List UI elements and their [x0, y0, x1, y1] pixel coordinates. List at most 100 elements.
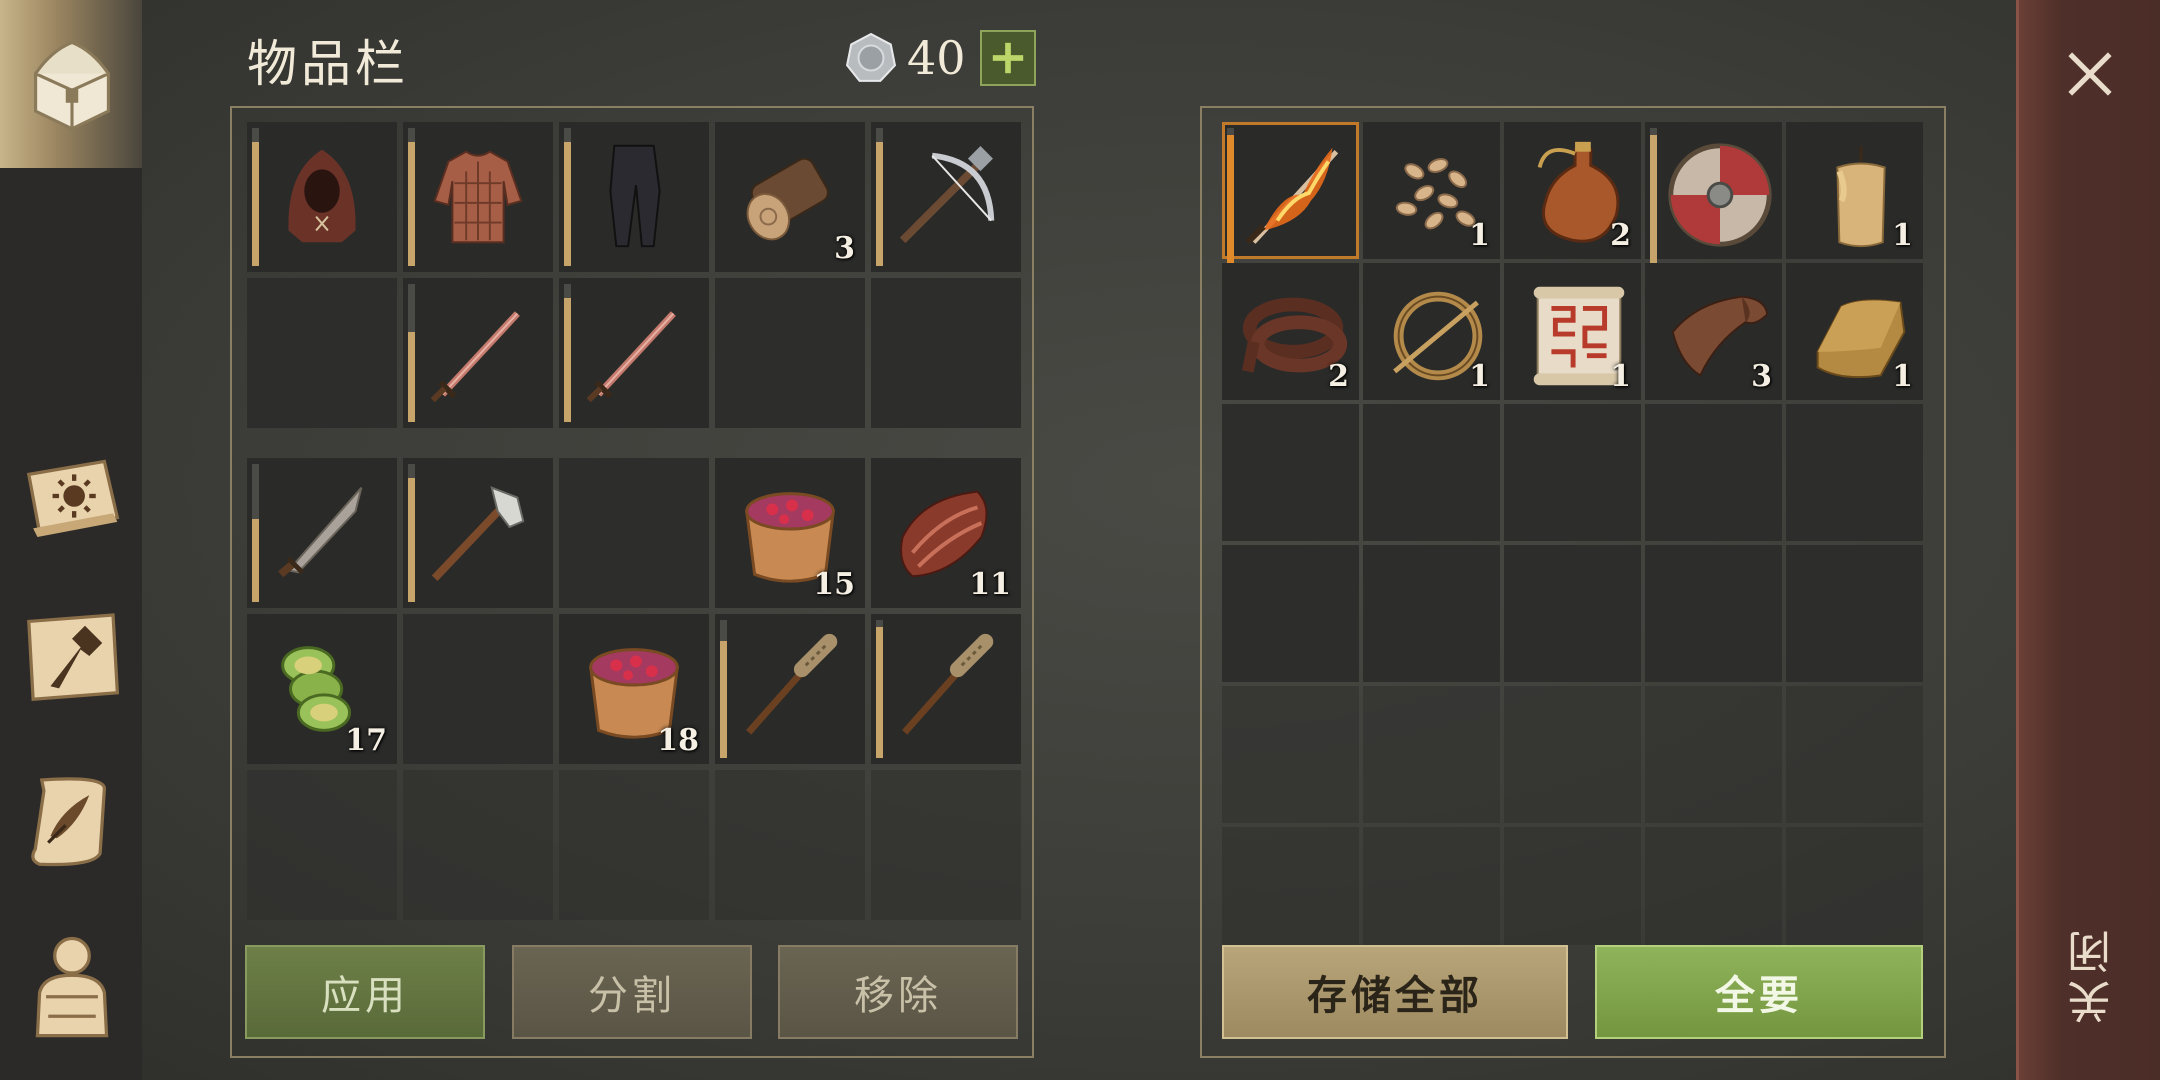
item-quantity: 1 [1469, 359, 1490, 394]
item-quantity: 2 [1610, 218, 1631, 253]
journal-tab[interactable] [14, 438, 130, 554]
item-quantity: 1 [1469, 218, 1490, 253]
close-button[interactable]: 关闭 [2062, 924, 2126, 1024]
empty-slot[interactable] [1363, 545, 1500, 682]
split-button[interactable]: 分割 [512, 945, 752, 1039]
currency-display: 40 [845, 30, 1036, 86]
item-slot[interactable]: 15 [715, 458, 865, 608]
chest-tab[interactable] [0, 0, 142, 168]
empty-slot[interactable] [871, 278, 1021, 428]
item-slot[interactable] [403, 458, 553, 608]
durability-bar [408, 284, 415, 422]
sword-icon [430, 311, 520, 403]
item-slot[interactable]: 17 [247, 614, 397, 764]
locked-slot [1222, 686, 1359, 823]
crafting-tab[interactable] [14, 598, 130, 714]
item-quantity: 2 [1328, 359, 1349, 394]
item-slot[interactable] [1222, 122, 1359, 266]
silver-coin-icon [845, 32, 897, 82]
item-slot[interactable]: 1 [1504, 263, 1641, 400]
apply-button[interactable]: 应用 [245, 945, 485, 1039]
character-tab[interactable] [14, 928, 130, 1044]
item-slot[interactable]: 1 [1363, 263, 1500, 400]
locked-slot [1504, 827, 1641, 945]
durability-bar [876, 620, 883, 758]
empty-slot[interactable] [1645, 404, 1782, 541]
pants-icon [609, 144, 661, 248]
item-quantity: 3 [1751, 359, 1772, 394]
locked-slot [1786, 686, 1923, 823]
empty-slot[interactable] [1504, 545, 1641, 682]
item-slot[interactable]: 1 [1786, 122, 1923, 259]
item-slot[interactable] [403, 122, 553, 272]
locked-slot [1645, 686, 1782, 823]
item-slot[interactable]: 3 [1645, 263, 1782, 400]
item-quantity: 18 [657, 723, 699, 758]
item-slot[interactable]: 1 [1363, 122, 1500, 259]
close-icon[interactable] [2064, 48, 2116, 100]
chest-icon [34, 40, 110, 131]
quests-tab[interactable] [14, 763, 130, 879]
durability-bar [408, 464, 415, 602]
hood-icon [288, 149, 356, 243]
durability-bar [252, 464, 259, 602]
locked-slot [403, 770, 553, 920]
inventory-title: 物品栏 [247, 35, 409, 93]
empty-slot[interactable] [403, 614, 553, 764]
durability-bar [1227, 128, 1234, 266]
remove-button[interactable]: 移除 [778, 945, 1018, 1039]
locked-slot [1222, 827, 1359, 945]
item-slot[interactable] [871, 614, 1021, 764]
item-slot[interactable] [559, 278, 709, 428]
item-slot[interactable] [247, 458, 397, 608]
item-slot[interactable]: 2 [1504, 122, 1641, 259]
item-slot[interactable]: 1 [1786, 263, 1923, 400]
close-panel[interactable] [2016, 0, 2160, 1080]
character-icon [35, 936, 109, 1038]
durability-bar [564, 284, 571, 422]
locked-slot [1645, 827, 1782, 945]
locked-slot [1363, 686, 1500, 823]
durability-bar [252, 128, 259, 266]
empty-slot[interactable] [1786, 545, 1923, 682]
locked-slot [559, 770, 709, 920]
hammer-map-icon [27, 613, 120, 701]
empty-slot[interactable] [1363, 404, 1500, 541]
item-quantity: 1 [1892, 218, 1913, 253]
shield-icon [1668, 143, 1772, 247]
item-slot[interactable]: 2 [1222, 263, 1359, 400]
store-all-button[interactable]: 存储全部 [1222, 945, 1568, 1039]
item-slot[interactable] [871, 122, 1021, 272]
empty-slot[interactable] [715, 278, 865, 428]
plus-icon [992, 42, 1023, 74]
item-slot[interactable]: 3 [715, 122, 865, 272]
empty-slot[interactable] [559, 458, 709, 608]
empty-slot[interactable] [1222, 404, 1359, 541]
item-slot[interactable] [559, 122, 709, 272]
item-quantity: 11 [969, 567, 1011, 602]
buy-coins-button[interactable] [979, 30, 1036, 86]
durability-bar [408, 128, 415, 266]
empty-slot[interactable] [1504, 404, 1641, 541]
empty-slot[interactable] [1222, 545, 1359, 682]
locked-slot [715, 770, 865, 920]
empty-slot[interactable] [1645, 545, 1782, 682]
item-slot[interactable]: 11 [871, 458, 1021, 608]
item-quantity: 15 [813, 567, 855, 602]
sword-icon [586, 311, 676, 403]
crossbow-icon [899, 146, 995, 244]
club-icon [746, 633, 838, 735]
item-slot[interactable]: 18 [559, 614, 709, 764]
item-quantity: 1 [1610, 359, 1631, 394]
item-slot[interactable] [247, 122, 397, 272]
take-all-button[interactable]: 全要 [1595, 945, 1923, 1039]
empty-slot[interactable] [1786, 404, 1923, 541]
locked-slot [871, 770, 1021, 920]
item-slot[interactable] [715, 614, 865, 764]
item-slot[interactable] [1645, 122, 1782, 266]
durability-bar [1650, 128, 1657, 266]
empty-slot[interactable] [247, 278, 397, 428]
locked-slot [247, 770, 397, 920]
sun-book-icon [26, 459, 120, 538]
item-slot[interactable] [403, 278, 553, 428]
